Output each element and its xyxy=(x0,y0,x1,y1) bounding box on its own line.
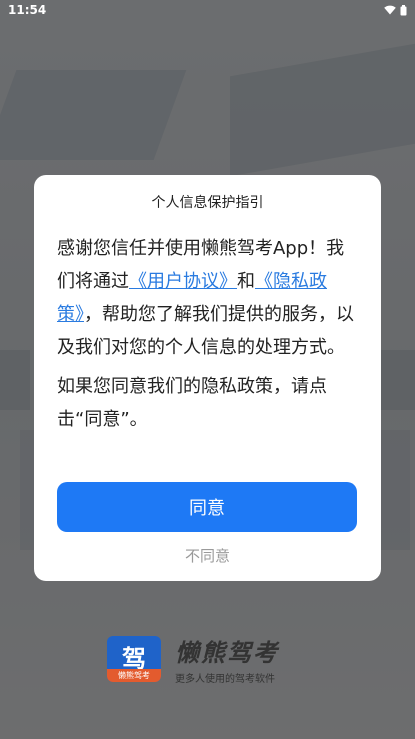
para1-rest: ，帮助您了解我们提供的服务，以及我们对您的个人信息的处理方式。 xyxy=(57,304,354,358)
battery-icon xyxy=(400,4,407,15)
app-name: 懒熊驾考 xyxy=(175,639,279,667)
app-logo: 驾 懒熊驾考 xyxy=(107,636,161,682)
status-bar: 11:54 xyxy=(0,0,415,20)
wifi-icon xyxy=(384,5,396,15)
app-slogan: 更多人使用的驾考软件 xyxy=(175,674,275,685)
dialog-paragraph-2: 如果您同意我们的隐私政策，请点击“同意”。 xyxy=(57,376,327,430)
dialog-paragraph: 感谢您信任并使用懒熊驾考App！我们将通过《用户协议》和《隐私政策》，帮助您了解… xyxy=(57,232,361,364)
user-agreement-link[interactable]: 《用户协议》 xyxy=(129,271,237,292)
status-time: 11:54 xyxy=(8,3,47,17)
disagree-button[interactable]: 不同意 xyxy=(34,545,381,566)
brand-block: 驾 懒熊驾考 懒熊驾考 更多人使用的驾考软件 xyxy=(107,633,279,685)
agree-button[interactable]: 同意 xyxy=(57,482,357,532)
logo-band: 懒熊驾考 xyxy=(107,669,161,682)
privacy-dialog: 个人信息保护指引 感谢您信任并使用懒熊驾考App！我们将通过《用户协议》和《隐私… xyxy=(34,175,381,581)
and-text: 和 xyxy=(237,271,255,292)
dialog-title: 个人信息保护指引 xyxy=(151,195,264,211)
dialog-body: 感谢您信任并使用懒熊驾考App！我们将通过《用户协议》和《隐私政策》，帮助您了解… xyxy=(57,232,361,442)
